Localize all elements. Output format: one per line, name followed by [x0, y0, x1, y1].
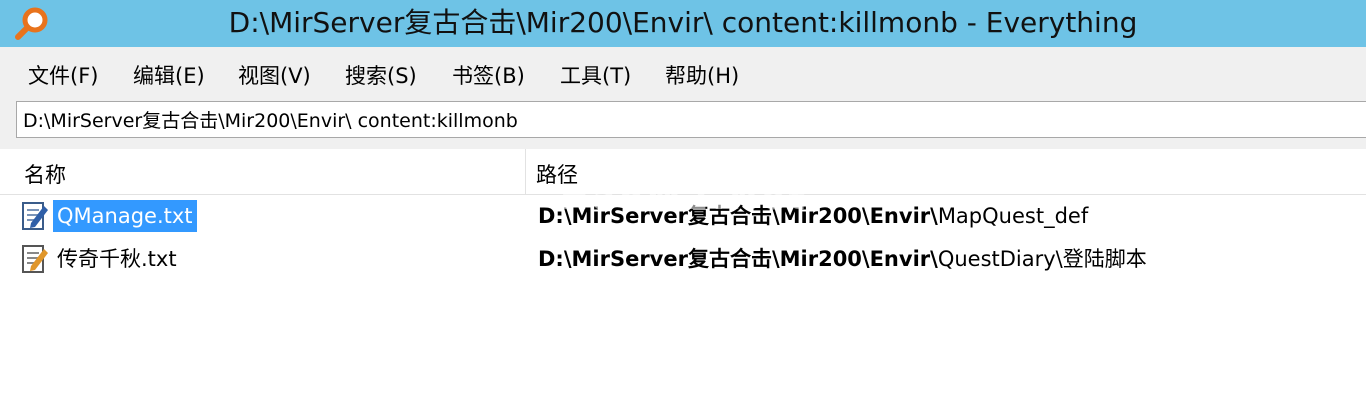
menu-bookmarks[interactable]: 书签(B) [452, 60, 525, 90]
result-row[interactable]: QManage.txt D:\MirServer复古合击\Mir200\Envi… [16, 195, 1366, 237]
search-input[interactable] [16, 101, 1366, 138]
path-subfolder: MapQuest_def [937, 204, 1089, 228]
menu-help[interactable]: 帮助(H) [665, 60, 739, 90]
text-file-icon [22, 245, 48, 273]
path-folder: D:\MirServer复古合击\Mir200\Envir\ [538, 204, 938, 228]
result-file-name[interactable]: QManage.txt [53, 200, 197, 232]
results-header: 名称 路径 [0, 149, 1366, 195]
result-row[interactable]: 传奇千秋.txt D:\MirServer复古合击\Mir200\Envir\Q… [16, 238, 1366, 280]
menu-bar: 文件(F) 编辑(E) 视图(V) 搜索(S) 书签(B) 工具(T) 帮助(H… [0, 47, 1366, 97]
window-title: D:\MirServer复古合击\Mir200\Envir\ content:k… [228, 6, 1138, 39]
path-subfolder: QuestDiary\登陆脚本 [937, 247, 1147, 271]
column-name-label: 名称 [24, 163, 66, 187]
menu-view[interactable]: 视图(V) [238, 60, 311, 90]
menu-tools[interactable]: 工具(T) [560, 60, 631, 90]
menu-search[interactable]: 搜索(S) [345, 60, 417, 90]
menu-edit[interactable]: 编辑(E) [133, 60, 205, 90]
column-path-label: 路径 [536, 163, 578, 187]
search-bar [0, 97, 1366, 149]
path-folder: D:\MirServer复古合击\Mir200\Envir\ [538, 247, 938, 271]
column-header-name[interactable]: 名称 [0, 149, 526, 194]
title-bar[interactable]: D:\MirServer复古合击\Mir200\Envir\ content:k… [0, 0, 1366, 47]
result-file-name[interactable]: 传奇千秋.txt [53, 243, 181, 275]
text-file-icon [22, 202, 48, 230]
result-file-path: D:\MirServer复古合击\Mir200\Envir\MapQuest_d… [538, 200, 1088, 232]
result-file-path: D:\MirServer复古合击\Mir200\Envir\QuestDiary… [538, 243, 1147, 275]
menu-file[interactable]: 文件(F) [28, 60, 98, 90]
column-header-path[interactable]: 路径 [526, 149, 1366, 194]
